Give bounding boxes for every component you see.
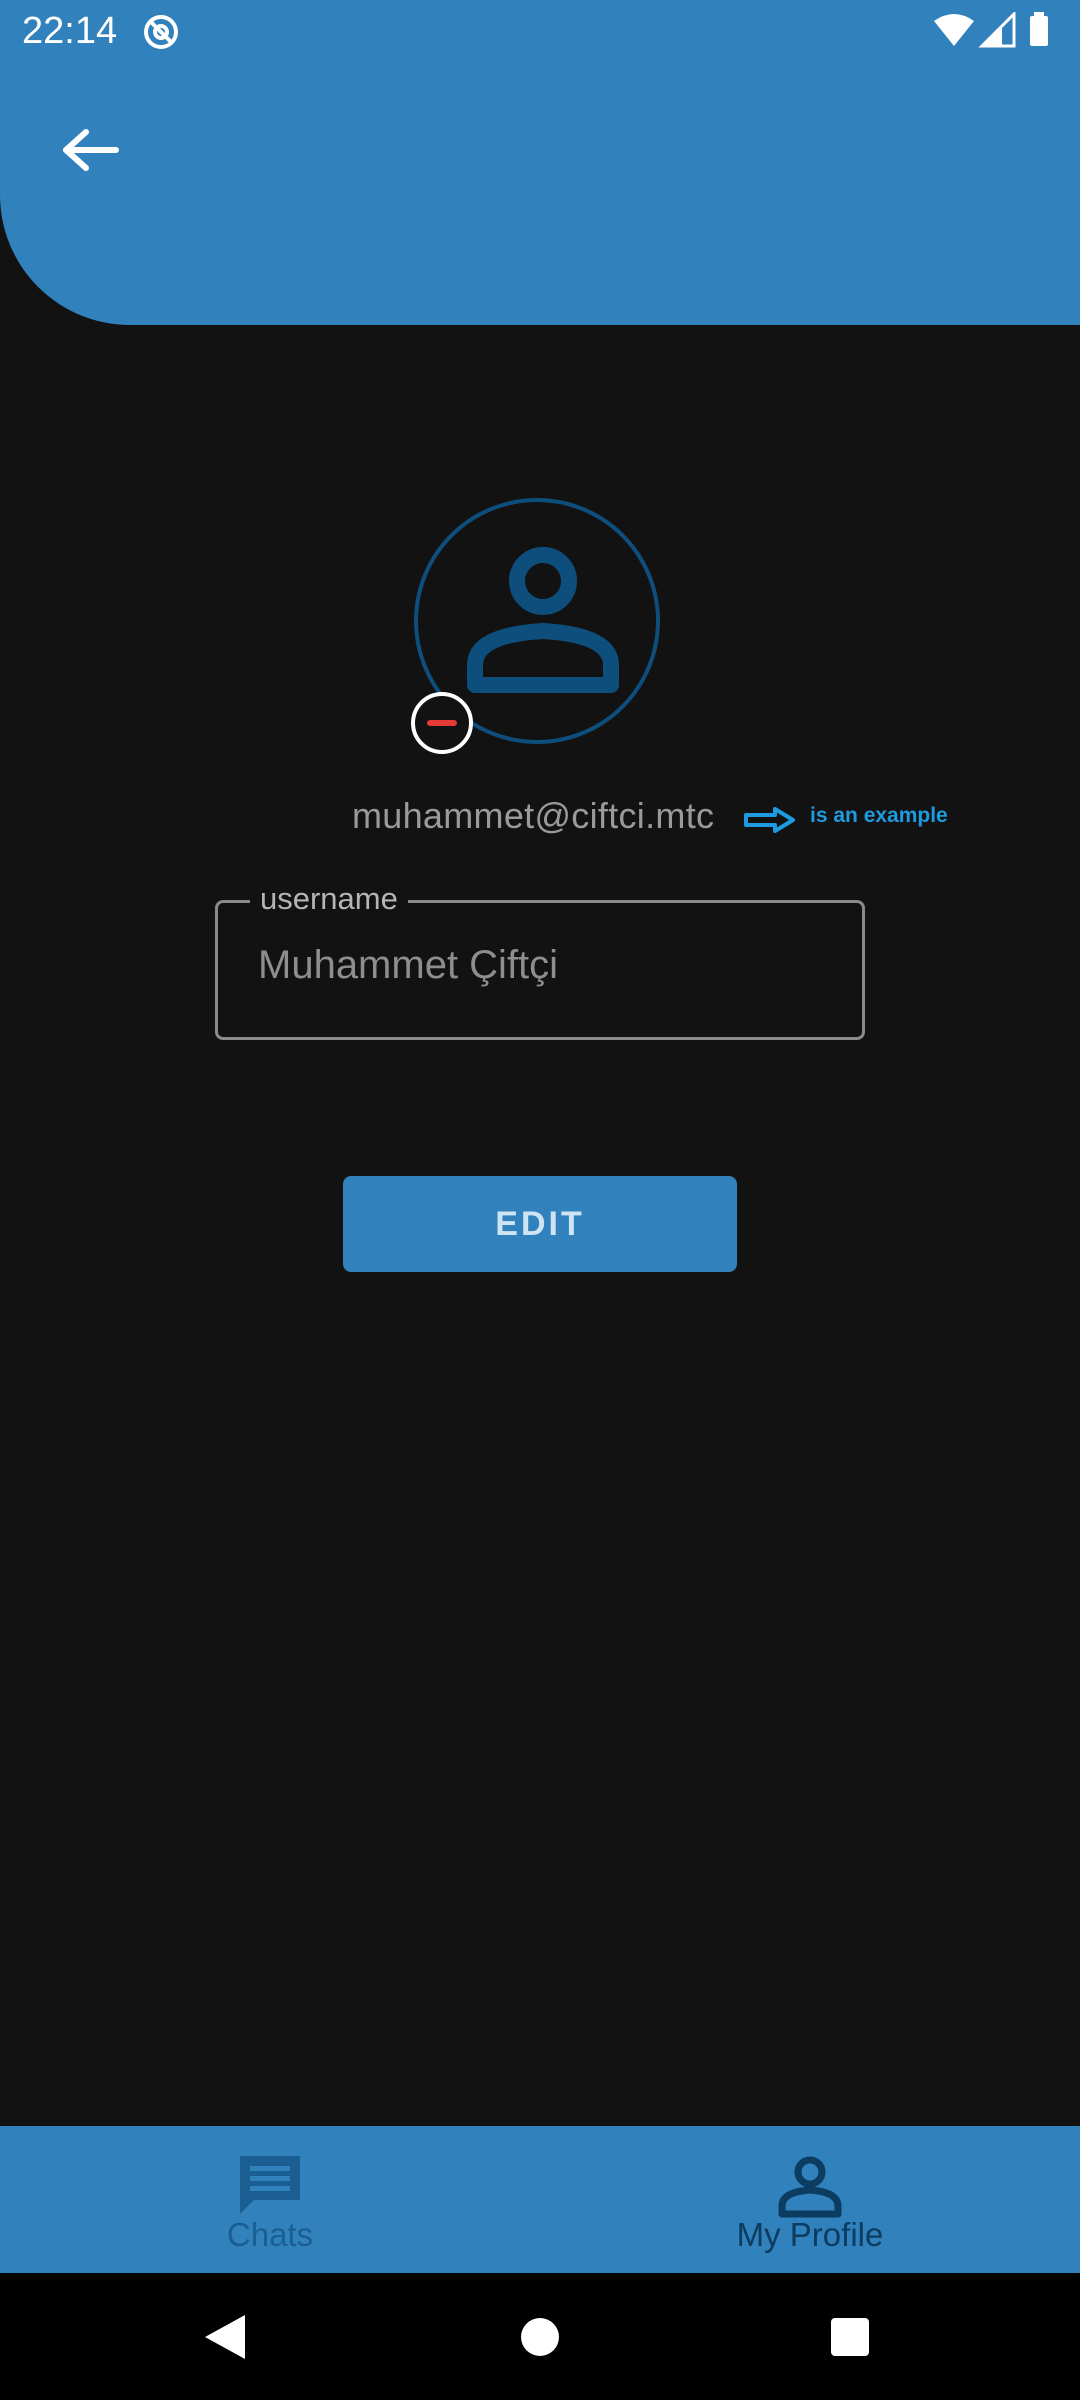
nav-label-chats: Chats	[226, 2216, 314, 2253]
example-note: is an example	[810, 804, 948, 827]
status-time: 22:14	[22, 10, 118, 52]
system-nav-bar	[0, 2273, 1080, 2400]
edit-button[interactable]: EDIT	[343, 1176, 737, 1272]
header	[0, 62, 1080, 325]
remove-photo-button[interactable]	[411, 692, 473, 754]
arrow-right-outline-icon	[744, 807, 795, 833]
recents-square-icon[interactable]	[831, 2318, 869, 2356]
wifi-icon	[934, 14, 974, 46]
email-text: muhammet@ciftci.mtc	[352, 795, 715, 836]
cell-signal-icon	[978, 12, 1016, 48]
nav-item-my-profile[interactable]: My Profile	[540, 2126, 1080, 2273]
arrow-left-icon	[63, 129, 119, 171]
chat-icon	[240, 2156, 300, 2214]
profile-screen: 22:14 muhammet@ciftci.mtc is an example …	[0, 0, 1080, 2400]
nav-item-chats[interactable]: Chats	[0, 2126, 540, 2273]
back-triangle-icon[interactable]	[203, 2313, 247, 2361]
home-circle-icon[interactable]	[521, 2318, 559, 2356]
sync-disabled-icon	[144, 15, 178, 49]
username-label: username	[250, 881, 408, 917]
username-field[interactable]: username	[215, 881, 865, 1040]
person-icon	[778, 2156, 842, 2218]
bottom-nav: Chats My Profile	[0, 2126, 1080, 2273]
nav-label-my-profile: My Profile	[736, 2216, 884, 2253]
username-input[interactable]	[258, 943, 818, 988]
status-icons	[934, 12, 1048, 48]
status-bar: 22:14	[0, 0, 1080, 62]
minus-circle-icon	[427, 720, 457, 726]
battery-icon	[1030, 12, 1048, 46]
person-icon	[467, 547, 619, 693]
back-button[interactable]	[48, 115, 132, 185]
